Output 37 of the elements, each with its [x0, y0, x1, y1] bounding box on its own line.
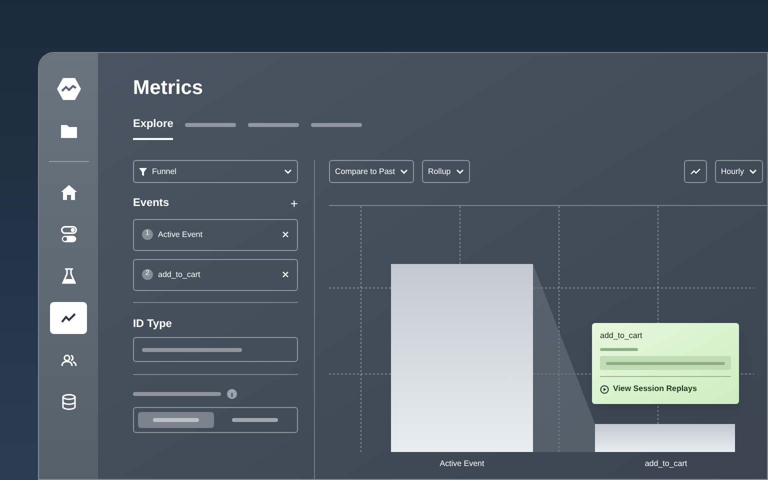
chart-type-button[interactable]	[684, 160, 707, 183]
line-chart-icon	[690, 168, 701, 175]
sidebar-item[interactable]	[50, 302, 87, 334]
chevron-down-icon	[749, 169, 757, 174]
dropdown-button[interactable]: Rollup	[422, 160, 470, 183]
line-chart-icon	[60, 313, 76, 323]
home-icon[interactable]	[60, 184, 76, 200]
toggles-icon[interactable]	[60, 226, 76, 242]
add-button[interactable]: +	[290, 196, 298, 210]
section-heading: ID Type	[133, 316, 173, 332]
select-value: Funnel	[152, 166, 178, 178]
tab[interactable]: Explore	[133, 110, 174, 140]
users-icon[interactable]	[60, 354, 76, 366]
funnel-select[interactable]: Funnel	[133, 160, 298, 183]
folder-icon[interactable]	[60, 124, 76, 138]
session-replays-link[interactable]: View Session Replays	[600, 383, 731, 395]
dropdown-button[interactable]: Compare to Past	[329, 160, 414, 183]
close-icon[interactable]	[282, 271, 289, 278]
page-title: Metrics	[133, 76, 204, 101]
close-icon[interactable]	[282, 231, 289, 238]
id-type-field[interactable]	[133, 337, 298, 362]
database-icon[interactable]	[62, 394, 76, 410]
chevron-down-icon	[456, 169, 464, 174]
flask-icon[interactable]	[62, 268, 76, 284]
axis-label: Active Event	[440, 458, 484, 470]
chevron-down-icon	[284, 169, 292, 174]
funnel-icon	[139, 168, 147, 176]
axis-label: add_to_cart	[644, 458, 688, 470]
tooltip-title: add_to_cart	[600, 330, 644, 342]
logo-icon[interactable]	[56, 77, 82, 101]
section-heading: Events	[133, 196, 170, 211]
event-name: Active Event	[158, 228, 204, 240]
chevron-down-icon	[400, 169, 408, 174]
play-circle-icon	[600, 384, 609, 394]
event-name: add_to_cart	[158, 268, 202, 280]
info-icon[interactable]	[227, 389, 237, 399]
interval-dropdown[interactable]: Hourly	[714, 160, 763, 183]
